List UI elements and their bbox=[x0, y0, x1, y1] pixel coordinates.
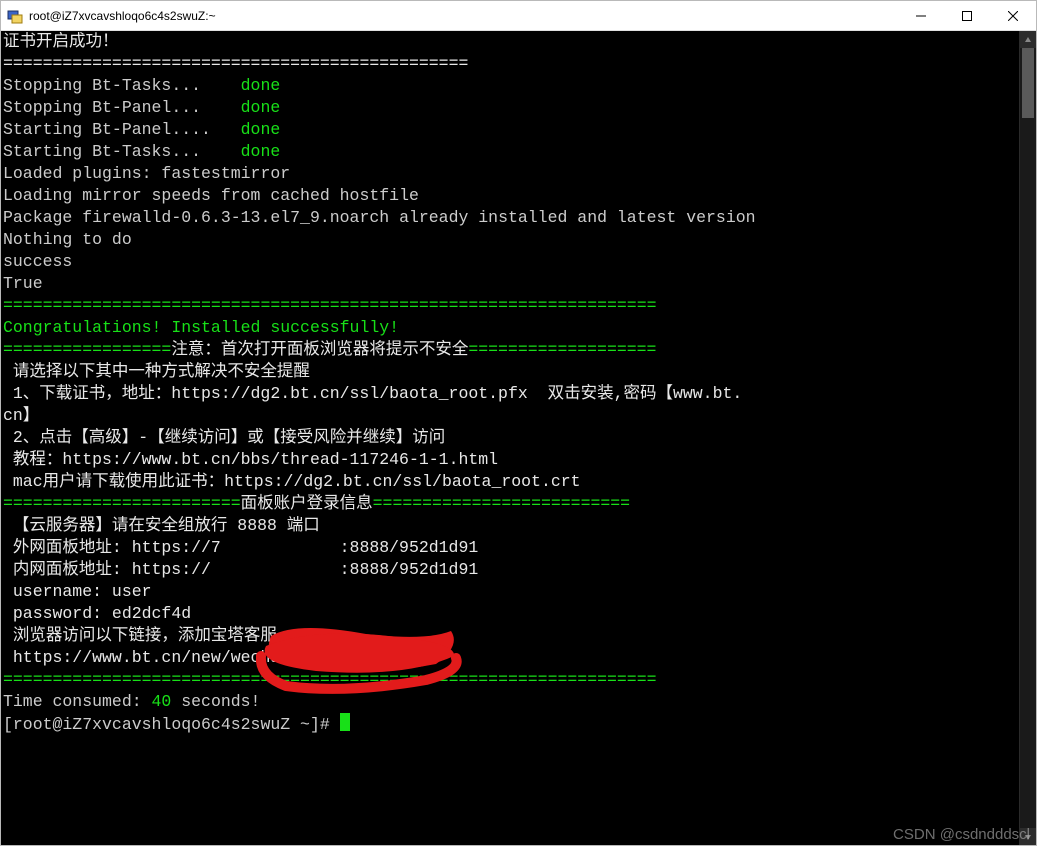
app-window: root@iZ7xvcavshloqo6c4s2swuZ:~ 证书开启成功！==… bbox=[0, 0, 1037, 846]
terminal-line: 教程：https://www.bt.cn/bbs/thread-117246-1… bbox=[3, 449, 1017, 471]
terminal-line: Loaded plugins: fastestmirror bbox=[3, 163, 1017, 185]
minimize-button[interactable] bbox=[898, 1, 944, 31]
maximize-button[interactable] bbox=[944, 1, 990, 31]
terminal-line: True bbox=[3, 273, 1017, 295]
terminal-line: Congratulations! Installed successfully! bbox=[3, 317, 1017, 339]
terminal-line: Loading mirror speeds from cached hostfi… bbox=[3, 185, 1017, 207]
terminal-line: cn】 bbox=[3, 405, 1017, 427]
terminal-line: 外网面板地址: https://7 :8888/952d1d91 bbox=[3, 537, 1017, 559]
terminal-line: 1、下载证书，地址：https://dg2.bt.cn/ssl/baota_ro… bbox=[3, 383, 1017, 405]
terminal-line: 【云服务器】请在安全组放行 8888 端口 bbox=[3, 515, 1017, 537]
terminal-line: Stopping Bt-Tasks... done bbox=[3, 75, 1017, 97]
scroll-down-button[interactable] bbox=[1020, 828, 1036, 845]
terminal-line: [root@iZ7xvcavshloqo6c4s2swuZ ~]# bbox=[3, 713, 1017, 736]
scrollbar-thumb[interactable] bbox=[1022, 48, 1034, 118]
terminal-line: Starting Bt-Tasks... done bbox=[3, 141, 1017, 163]
terminal-line: username: user bbox=[3, 581, 1017, 603]
close-button[interactable] bbox=[990, 1, 1036, 31]
terminal-line: ========================================… bbox=[3, 295, 1017, 317]
terminal-line: Package firewalld-0.6.3-13.el7_9.noarch … bbox=[3, 207, 1017, 229]
terminal-line: Starting Bt-Panel.... done bbox=[3, 119, 1017, 141]
terminal-line: Stopping Bt-Panel... done bbox=[3, 97, 1017, 119]
window-title: root@iZ7xvcavshloqo6c4s2swuZ:~ bbox=[29, 9, 216, 23]
terminal-output[interactable]: 证书开启成功！=================================… bbox=[1, 31, 1019, 845]
terminal-line: ========================================… bbox=[3, 53, 1017, 75]
vertical-scrollbar[interactable] bbox=[1019, 31, 1036, 845]
scroll-up-button[interactable] bbox=[1020, 31, 1036, 48]
titlebar[interactable]: root@iZ7xvcavshloqo6c4s2swuZ:~ bbox=[1, 1, 1036, 31]
terminal-line: ========================面板账户登录信息========… bbox=[3, 493, 1017, 515]
terminal-line: https://www.bt.cn/new/wechat_customer bbox=[3, 647, 1017, 669]
terminal-line: mac用户请下载使用此证书：https://dg2.bt.cn/ssl/baot… bbox=[3, 471, 1017, 493]
terminal-line: Nothing to do bbox=[3, 229, 1017, 251]
terminal-container: 证书开启成功！=================================… bbox=[1, 31, 1036, 845]
terminal-line: success bbox=[3, 251, 1017, 273]
terminal-line: password: ed2dcf4d bbox=[3, 603, 1017, 625]
terminal-line: Time consumed: 40 seconds! bbox=[3, 691, 1017, 713]
terminal-line: 证书开启成功！ bbox=[3, 31, 1017, 53]
terminal-line: ========================================… bbox=[3, 669, 1017, 691]
terminal-line: 2、点击【高级】-【继续访问】或【接受风险并继续】访问 bbox=[3, 427, 1017, 449]
putty-icon bbox=[7, 8, 23, 24]
scrollbar-track[interactable] bbox=[1020, 48, 1036, 828]
terminal-line: 浏览器访问以下链接，添加宝塔客服 bbox=[3, 625, 1017, 647]
terminal-line: =================注意：首次打开面板浏览器将提示不安全=====… bbox=[3, 339, 1017, 361]
terminal-line: 内网面板地址: https:// :8888/952d1d91 bbox=[3, 559, 1017, 581]
terminal-line: 请选择以下其中一种方式解决不安全提醒 bbox=[3, 361, 1017, 383]
